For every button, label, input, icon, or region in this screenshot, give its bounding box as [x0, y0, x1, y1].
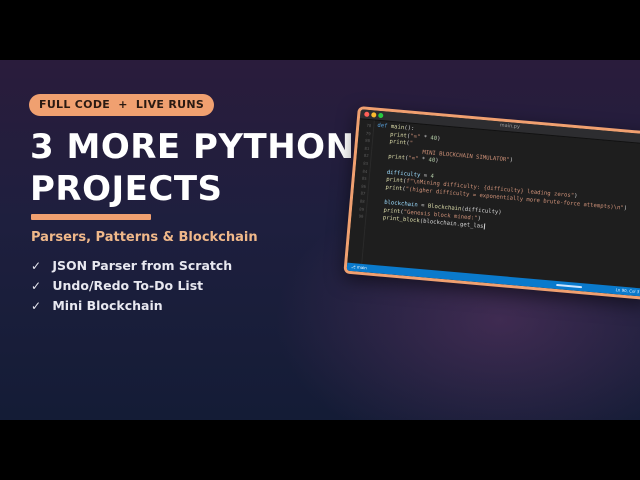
letterbox-top — [0, 0, 640, 60]
code-editor-window: main.py 78 79 80 81 82 83 84 85 86 87 88… — [343, 106, 640, 301]
line-number: 82 — [363, 153, 369, 159]
checkmark-icon: ✓ — [31, 259, 42, 273]
line-number: 90 — [358, 213, 364, 220]
title-line-1: 3 MORE PYTHON — [30, 127, 355, 167]
checkmark-icon: ✓ — [31, 299, 42, 313]
line-number: 88 — [359, 198, 365, 204]
line-number: 87 — [360, 190, 366, 197]
status-progress-track — [556, 283, 583, 289]
badge-right-text: LIVE RUNS — [135, 98, 205, 111]
cursor-position[interactable]: Ln 90, Col 37 — [615, 286, 640, 296]
full-code-live-runs-badge: FULL CODE + LIVE RUNS — [29, 94, 215, 116]
line-number: 89 — [359, 206, 365, 212]
line-number: 81 — [364, 145, 370, 151]
badge-left-text: FULL CODE — [39, 98, 111, 111]
project-checklist: ✓ JSON Parser from Scratch ✓ Undo/Redo T… — [31, 256, 232, 316]
line-number: 86 — [361, 183, 367, 189]
editor-code-area: 78 79 80 81 82 83 84 85 86 87 88 89 90 d… — [347, 119, 640, 289]
line-number: 83 — [362, 160, 369, 167]
code-text[interactable]: def main(): print("=" * 40) print(" MINI… — [369, 123, 633, 244]
title-underline — [31, 214, 151, 220]
list-item-label: Mini Blockchain — [52, 298, 163, 313]
video-title: 3 MORE PYTHON PROJECTS — [30, 126, 355, 210]
list-item: ✓ JSON Parser from Scratch — [31, 256, 232, 276]
text-cursor — [483, 223, 485, 230]
list-item-label: Undo/Redo To-Do List — [52, 278, 204, 293]
line-number: 78 — [366, 122, 372, 129]
badge-separator: + — [118, 98, 128, 111]
letterbox-bottom — [0, 420, 640, 480]
list-item: ✓ Undo/Redo To-Do List — [31, 276, 232, 296]
list-item-label: JSON Parser from Scratch — [52, 258, 233, 273]
branch-indicator[interactable]: ⎇ main — [351, 263, 368, 272]
subtitle: Parsers, Patterns & Blockchain — [31, 230, 258, 245]
line-number: 84 — [362, 168, 368, 174]
list-item: ✓ Mini Blockchain — [31, 296, 232, 316]
thumbnail: FULL CODE + LIVE RUNS 3 MORE PYTHON PROJ… — [0, 60, 640, 420]
checkmark-icon: ✓ — [31, 279, 42, 293]
title-line-2: PROJECTS — [30, 169, 223, 209]
line-number: 85 — [361, 175, 367, 182]
line-number: 80 — [364, 137, 371, 144]
line-number: 79 — [365, 130, 371, 136]
